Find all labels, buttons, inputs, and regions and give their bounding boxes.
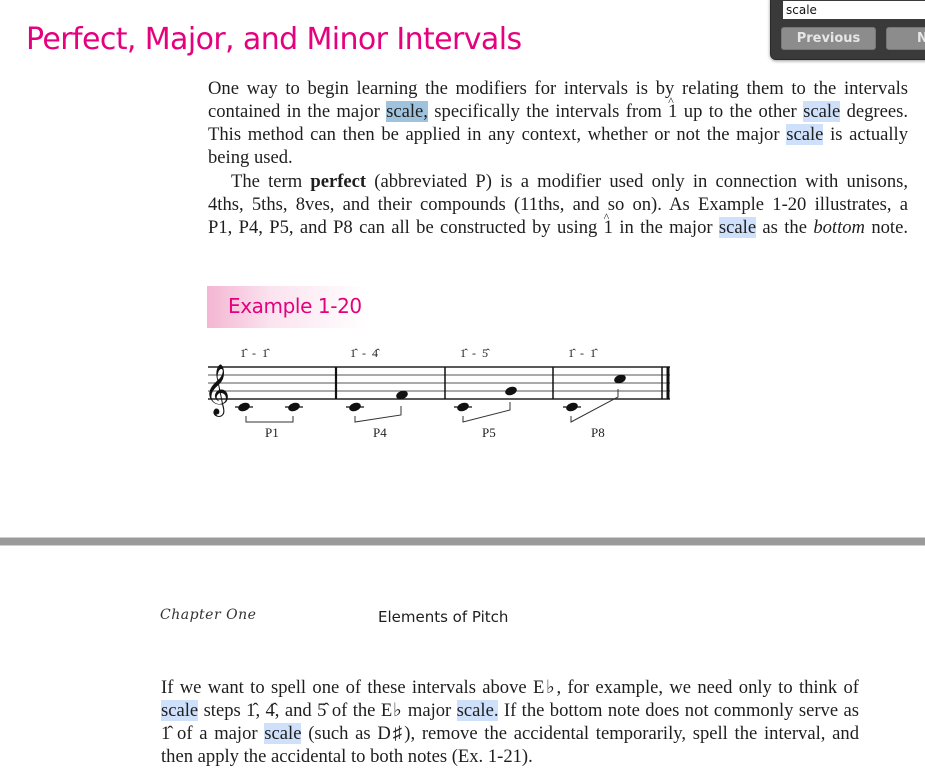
text-line: P1, P4, P5, and P8 can all be constructe… [208, 206, 908, 239]
text-run: contained in the major [208, 101, 387, 122]
previous-button[interactable]: Previous [781, 27, 876, 50]
text-run: (such as D♯), remove the accidental temp… [301, 723, 859, 744]
text-run: This method can then be applied in any c… [208, 124, 787, 145]
interval-label: P5 [482, 425, 496, 440]
search-hit-current: scale, [386, 101, 428, 122]
example-label: Example 1-20 [228, 294, 362, 318]
bracket [354, 406, 402, 423]
find-popup: Previous Next [770, 0, 925, 60]
running-head-chapter: Chapter One [160, 607, 257, 623]
next-button[interactable]: Next [886, 27, 925, 50]
text-run: 1̂ of a major [161, 723, 265, 744]
noteheads [235, 374, 626, 412]
page-divider [0, 537, 925, 546]
text-run: as the [756, 217, 814, 238]
treble-clef-icon: 𝄞 [204, 364, 230, 417]
text-line: scale steps 1̂, 4̂, and 5̂ of the E♭ maj… [161, 699, 859, 722]
interval-brackets [245, 389, 619, 423]
text-run: specifically the intervals from [427, 101, 669, 122]
text-line: contained in the major scale, specifical… [208, 90, 909, 123]
text-run: If the bottom note does not commonly ser… [498, 700, 859, 721]
text-run: P1, P4, P5, and P8 can all be constructe… [208, 217, 604, 238]
paragraph-perfect: The term perfect (abbreviated P) is a mo… [208, 170, 908, 239]
degree-label: 1̂ - 1̂ [568, 346, 598, 360]
search-hit: scale. [456, 700, 499, 721]
text-run: note. [864, 217, 908, 238]
text-run: (abbreviated P) is a modifier used only … [366, 171, 908, 192]
text-run: in the major [612, 217, 719, 238]
emphasis-bottom: bottom [813, 217, 865, 238]
search-hit: scale [264, 723, 302, 744]
running-head-title: Elements of Pitch [378, 608, 509, 626]
scale-degree: 1 [604, 206, 614, 239]
text-line: being used. [208, 147, 293, 168]
bracket [245, 416, 294, 423]
interval-label: P4 [373, 425, 387, 440]
text-run: The term [231, 171, 311, 192]
pdf-page-top: Perfect, Major, and Minor Intervals One … [0, 0, 925, 537]
example-label-box: Example 1-20 [207, 286, 367, 328]
notehead [505, 386, 517, 396]
music-example: 𝄞 1̂ - 1̂ 1̂ - 4̂ 1̂ - 5̂ 1̂ - 1̂ P1 P4 … [204, 346, 670, 440]
degree-label: 1̂ - 5̂ [460, 346, 490, 360]
text-line: If we want to spell one of these interva… [161, 677, 859, 698]
paragraph-spelling: If we want to spell one of these interva… [161, 676, 859, 768]
section-title: Perfect, Major, and Minor Intervals [26, 22, 522, 57]
interval-label: P8 [591, 425, 605, 440]
text-run: is actually [823, 124, 908, 145]
text-run: up to the other [677, 101, 804, 122]
interval-label: P1 [265, 425, 279, 440]
paragraph-intro: One way to begin learning the modifiers … [208, 77, 908, 169]
text-run: steps 1̂, 4̂, and 5̂ of the E♭ major [198, 700, 457, 721]
text-line: The term perfect (abbreviated P) is a mo… [208, 170, 908, 193]
text-line: 4ths, 5ths, 8ves, and their compounds (1… [208, 194, 908, 215]
search-hit: scale [718, 217, 757, 238]
text-line: One way to begin learning the modifiers … [208, 78, 908, 99]
degree-label: 1̂ - 1̂ [240, 346, 270, 360]
text-line: 1̂ of a major scale (such as D♯), remove… [161, 722, 859, 745]
bracket [462, 402, 511, 423]
text-line: This method can then be applied in any c… [208, 123, 908, 146]
term-perfect: perfect [310, 171, 367, 192]
search-hit: scale [803, 101, 841, 122]
scale-degree: 1 [668, 90, 678, 123]
degree-label: 1̂ - 4̂ [350, 346, 380, 360]
search-hit: scale [161, 700, 199, 721]
search-input[interactable] [783, 1, 925, 19]
text-run: degrees. [840, 101, 909, 122]
bracket [570, 389, 619, 423]
staff [208, 366, 670, 400]
search-hit: scale [786, 124, 824, 145]
text-line: then apply the accidental to both notes … [161, 746, 533, 767]
